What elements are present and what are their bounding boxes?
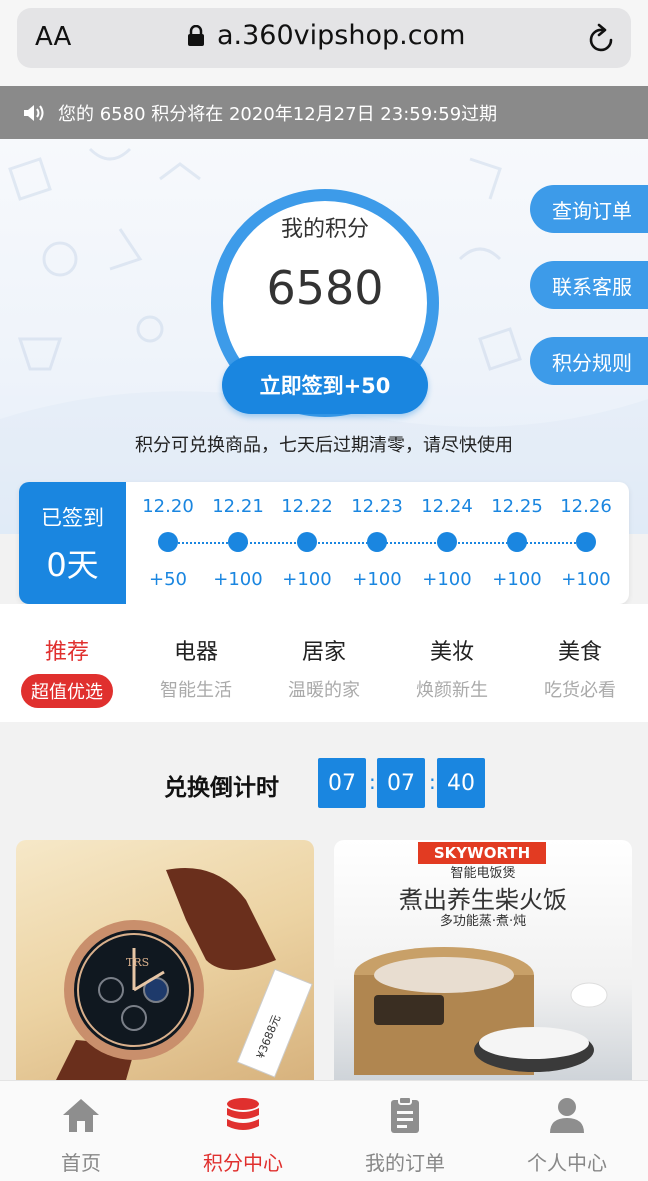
- nav-label: 首页: [61, 1151, 101, 1175]
- tab-title: 美食: [557, 640, 602, 665]
- reload-icon: [589, 23, 613, 52]
- signin-points: +50: [149, 569, 187, 590]
- signin-dot: [297, 532, 317, 552]
- points-hero: 我的积分 6580 立即签到+50 查询订单 联系客服 积分规则 积分可兑换商品…: [0, 139, 648, 534]
- signin-points: +100: [282, 569, 332, 590]
- countdown-title: 兑换倒计时: [164, 775, 279, 801]
- bottom-navigation: 首页 积分中心 我的订单 个人中心: [0, 1080, 648, 1181]
- signin-date: 12.23: [351, 496, 403, 517]
- points-label: 我的积分: [280, 217, 369, 242]
- tab-appliances[interactable]: 电器 智能生活: [131, 634, 261, 702]
- countdown-seconds: 40: [437, 758, 485, 808]
- signin-dot: [367, 532, 387, 552]
- signin-points: +100: [422, 569, 472, 590]
- reload-button[interactable]: [587, 22, 617, 58]
- points-rules-button[interactable]: 积分规则: [530, 337, 648, 385]
- signin-points: +100: [561, 569, 611, 590]
- watch-brand: TRS: [126, 956, 149, 969]
- product-features: 多功能蒸·煮·炖: [439, 914, 527, 929]
- signin-date: 12.26: [560, 496, 612, 517]
- tab-food[interactable]: 美食 吃货必看: [515, 634, 645, 702]
- clipboard-icon: [391, 1096, 419, 1133]
- product-card-watch[interactable]: TRS ¥3688元: [16, 840, 314, 1080]
- signin-date: 12.21: [212, 496, 264, 517]
- signin-dot: [158, 532, 178, 552]
- signin-dot: [437, 532, 457, 552]
- lock-icon: [188, 24, 204, 46]
- contact-service-button[interactable]: 联系客服: [530, 261, 648, 309]
- address-bar[interactable]: AA a.360vipshop.com: [17, 8, 631, 68]
- tab-subtitle: 超值优选: [21, 674, 113, 708]
- tab-home[interactable]: 居家 温暖的家: [259, 634, 389, 702]
- tab-title: 美妆: [429, 640, 474, 665]
- tab-subtitle: 焕颜新生: [416, 680, 488, 701]
- brand-badge: SKYWORTH: [418, 842, 546, 864]
- signin-dot: [507, 532, 527, 552]
- nav-profile[interactable]: 个人中心: [486, 1081, 648, 1181]
- signin-dot: [228, 532, 248, 552]
- tab-title: 电器: [173, 640, 218, 665]
- product-subtitle: 智能电饭煲: [450, 866, 516, 881]
- tab-subtitle: 温暖的家: [288, 680, 360, 701]
- nav-home[interactable]: 首页: [0, 1081, 162, 1181]
- query-orders-button[interactable]: 查询订单: [530, 185, 648, 233]
- points-tip: 积分可兑换商品，七天后过期清零，请尽快使用: [135, 435, 513, 456]
- countdown-separator: :: [429, 770, 436, 794]
- expiry-notice: 您的 6580 积分将在 2020年12月27日 23:59:59过期: [0, 86, 648, 139]
- nav-points-center[interactable]: 积分中心: [162, 1081, 324, 1181]
- exchange-countdown: 兑换倒计时 07 : 07 : 40: [0, 722, 648, 840]
- tab-title: 推荐: [44, 640, 89, 665]
- nav-label: 积分中心: [203, 1151, 283, 1175]
- signin-points: +100: [213, 569, 263, 590]
- rice-cooker-image: [354, 947, 608, 1075]
- signin-date: 12.24: [421, 496, 473, 517]
- signin-points: +100: [352, 569, 402, 590]
- signin-status: 已签到 0天: [19, 482, 126, 604]
- tab-title: 居家: [301, 640, 346, 665]
- signin-card: 已签到 0天 12.20 +50 12.21 +100 12.22 +100 1…: [19, 482, 629, 604]
- signin-date: 12.25: [491, 496, 543, 517]
- countdown-separator: :: [369, 770, 376, 794]
- category-tabs: 推荐 超值优选 电器 智能生活 居家 温暖的家 美妆 焕颜新生 美食 吃货必看: [0, 604, 648, 722]
- checkin-button[interactable]: 立即签到+50: [222, 356, 428, 414]
- browser-toolbar: AA a.360vipshop.com: [0, 0, 648, 86]
- user-icon: [550, 1098, 584, 1133]
- signin-points: +100: [492, 569, 542, 590]
- text-size-label: AA: [35, 22, 72, 52]
- notice-text: 您的 6580 积分将在 2020年12月27日 23:59:59过期: [58, 103, 498, 125]
- url-text: a.360vipshop.com: [217, 20, 466, 51]
- coins-icon: [227, 1098, 259, 1130]
- nav-my-orders[interactable]: 我的订单: [324, 1081, 486, 1181]
- countdown-minutes: 07: [377, 758, 425, 808]
- nav-label: 个人中心: [527, 1151, 607, 1175]
- points-value: 6580: [266, 261, 384, 315]
- tab-beauty[interactable]: 美妆 焕颜新生: [387, 634, 517, 702]
- url-display[interactable]: a.360vipshop.com: [187, 20, 465, 51]
- tab-subtitle: 智能生活: [160, 680, 232, 701]
- tab-subtitle: 吃货必看: [544, 680, 616, 701]
- text-size-button[interactable]: AA: [35, 22, 71, 52]
- signin-dot: [576, 532, 596, 552]
- nav-label: 我的订单: [365, 1151, 445, 1175]
- signin-date: 12.22: [281, 496, 333, 517]
- home-icon: [63, 1099, 99, 1132]
- product-card-rice-cooker[interactable]: SKYWORTH 智能电饭煲 煮出养生柴火饭 多功能蒸·煮·炖: [334, 840, 632, 1080]
- signin-date: 12.20: [142, 496, 194, 517]
- tab-recommend[interactable]: 推荐 超值优选: [2, 634, 132, 708]
- signin-days: 0天: [46, 546, 99, 584]
- countdown-hours: 07: [318, 758, 366, 808]
- speaker-icon: [24, 104, 44, 121]
- signin-status-label: 已签到: [41, 506, 104, 530]
- watch-image: TRS ¥3688元: [56, 868, 313, 1080]
